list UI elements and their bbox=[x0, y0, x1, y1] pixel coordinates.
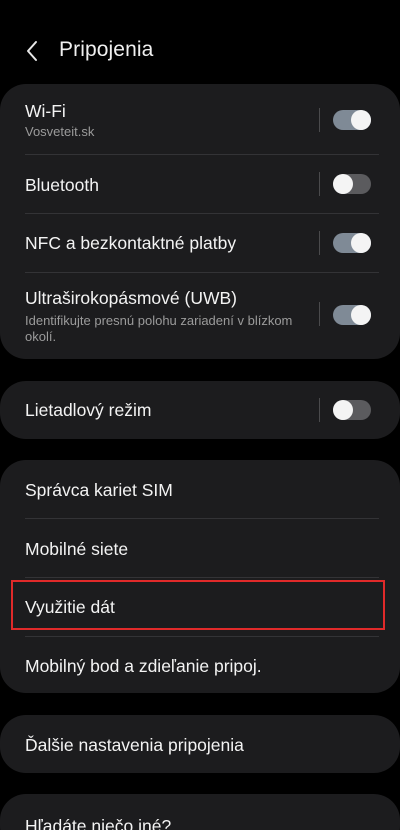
wifi-network-name: Vosveteit.sk bbox=[25, 124, 95, 139]
nfc-row[interactable]: NFC a bezkontaktné platby bbox=[0, 214, 400, 272]
airplane-group-card: Lietadlový režim bbox=[0, 381, 400, 439]
divider-vertical bbox=[319, 172, 320, 196]
toggle-knob bbox=[351, 305, 371, 325]
bluetooth-toggle[interactable] bbox=[333, 174, 371, 194]
looking-for-something-row[interactable]: Hľadáte niečo iné? bbox=[0, 794, 400, 830]
toggle-knob bbox=[333, 400, 353, 420]
airplane-mode-label: Lietadlový režim bbox=[25, 400, 152, 420]
uwb-description-line2: okolí. bbox=[25, 329, 57, 344]
looking-for-something-label: Hľadáte niečo iné? bbox=[25, 816, 172, 830]
sim-manager-label: Správca kariet SIM bbox=[25, 480, 173, 500]
wifi-row[interactable]: Wi-Fi Vosveteit.sk bbox=[0, 84, 400, 154]
more-settings-card: Ďalšie nastavenia pripojenia bbox=[0, 715, 400, 773]
data-usage-label: Využitie dát bbox=[25, 597, 115, 617]
divider-vertical bbox=[319, 398, 320, 422]
more-connection-settings-row[interactable]: Ďalšie nastavenia pripojenia bbox=[0, 715, 400, 773]
page-title: Pripojenia bbox=[59, 38, 154, 61]
uwb-label: Ultraširokopásmové (UWB) bbox=[25, 288, 237, 308]
wifi-label: Wi-Fi bbox=[25, 101, 66, 121]
more-connection-settings-label: Ďalšie nastavenia pripojenia bbox=[25, 735, 244, 755]
nfc-label: NFC a bezkontaktné platby bbox=[25, 233, 237, 253]
divider-vertical bbox=[319, 108, 320, 132]
connections-screen: Pripojenia Wi-Fi Vosveteit.sk Bluetooth … bbox=[0, 0, 400, 830]
divider-vertical bbox=[319, 231, 320, 255]
nfc-toggle[interactable] bbox=[333, 233, 371, 253]
network-group-card: Správca kariet SIM Mobilné siete Využiti… bbox=[0, 460, 400, 693]
sim-manager-row[interactable]: Správca kariet SIM bbox=[0, 460, 400, 518]
chevron-left-icon bbox=[27, 41, 37, 61]
hotspot-tethering-row[interactable]: Mobilný bod a zdieľanie pripoj. bbox=[0, 637, 400, 693]
divider-vertical bbox=[319, 302, 320, 326]
toggle-knob bbox=[351, 110, 371, 130]
bluetooth-row[interactable]: Bluetooth bbox=[0, 155, 400, 213]
mobile-networks-label: Mobilné siete bbox=[25, 539, 129, 559]
data-usage-row[interactable]: Využitie dát bbox=[0, 578, 400, 636]
back-button[interactable] bbox=[14, 34, 50, 68]
uwb-description-line1: Identifikujte presnú polohu zariadení v … bbox=[25, 313, 293, 328]
wifi-toggle[interactable] bbox=[333, 110, 371, 130]
connections-group-card: Wi-Fi Vosveteit.sk Bluetooth NFC a bezko… bbox=[0, 84, 400, 359]
uwb-toggle[interactable] bbox=[333, 305, 371, 325]
airplane-mode-row[interactable]: Lietadlový režim bbox=[0, 381, 400, 439]
uwb-row[interactable]: Ultraširokopásmové (UWB) Identifikujte p… bbox=[0, 273, 400, 359]
airplane-mode-toggle[interactable] bbox=[333, 400, 371, 420]
toggle-knob bbox=[351, 233, 371, 253]
looking-for-something-card: Hľadáte niečo iné? bbox=[0, 794, 400, 830]
toggle-knob bbox=[333, 174, 353, 194]
mobile-networks-row[interactable]: Mobilné siete bbox=[0, 519, 400, 577]
bluetooth-label: Bluetooth bbox=[25, 175, 99, 195]
hotspot-tethering-label: Mobilný bod a zdieľanie pripoj. bbox=[25, 656, 262, 676]
